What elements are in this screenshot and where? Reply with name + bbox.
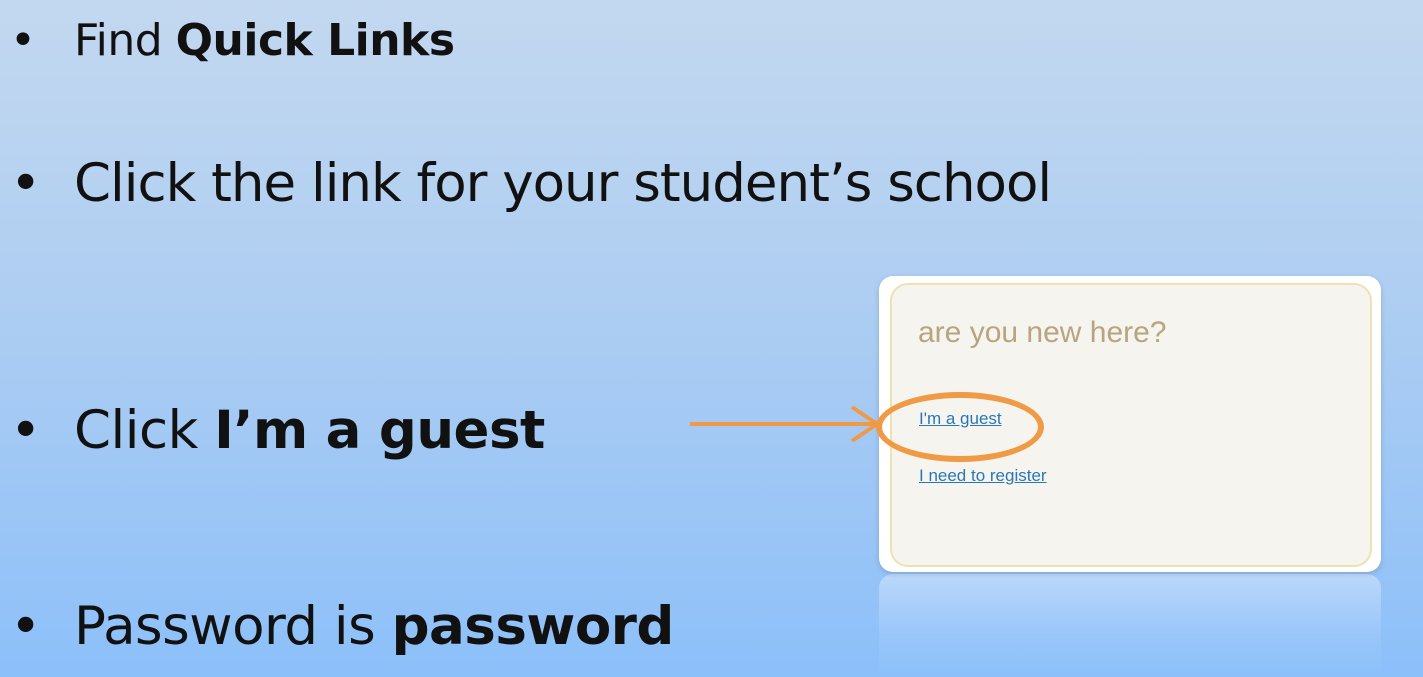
bullet-text: Password is [74, 596, 392, 657]
bullet-find-quick-links: • Find Quick Links [0, 11, 455, 71]
bullet-text: Find [74, 15, 176, 66]
bullet-dot: • [10, 400, 41, 461]
bullet-click-guest: • Click I’m a guest [0, 401, 545, 461]
bullet-bold-text: Quick Links [175, 15, 455, 66]
bullet-dot: • [10, 153, 41, 214]
bullet-bold-text: password [391, 596, 675, 657]
arrow-right-icon [690, 405, 881, 443]
card-title: are you new here? [918, 316, 1167, 349]
bullet-dot: • [10, 596, 41, 657]
bullet-text: Click the link for your student’s school [74, 153, 1052, 214]
highlight-ring [876, 392, 1044, 462]
bullet-dot: • [10, 15, 36, 66]
bullet-password: • Password is password [0, 597, 674, 657]
bullet-click-school-link: • Click the link for your student’s schoo… [0, 153, 1052, 214]
register-link[interactable]: I need to register [919, 466, 1047, 486]
card-reflection [879, 574, 1381, 677]
bullet-text: Click [74, 400, 215, 461]
bullet-bold-text: I’m a guest [214, 400, 545, 461]
